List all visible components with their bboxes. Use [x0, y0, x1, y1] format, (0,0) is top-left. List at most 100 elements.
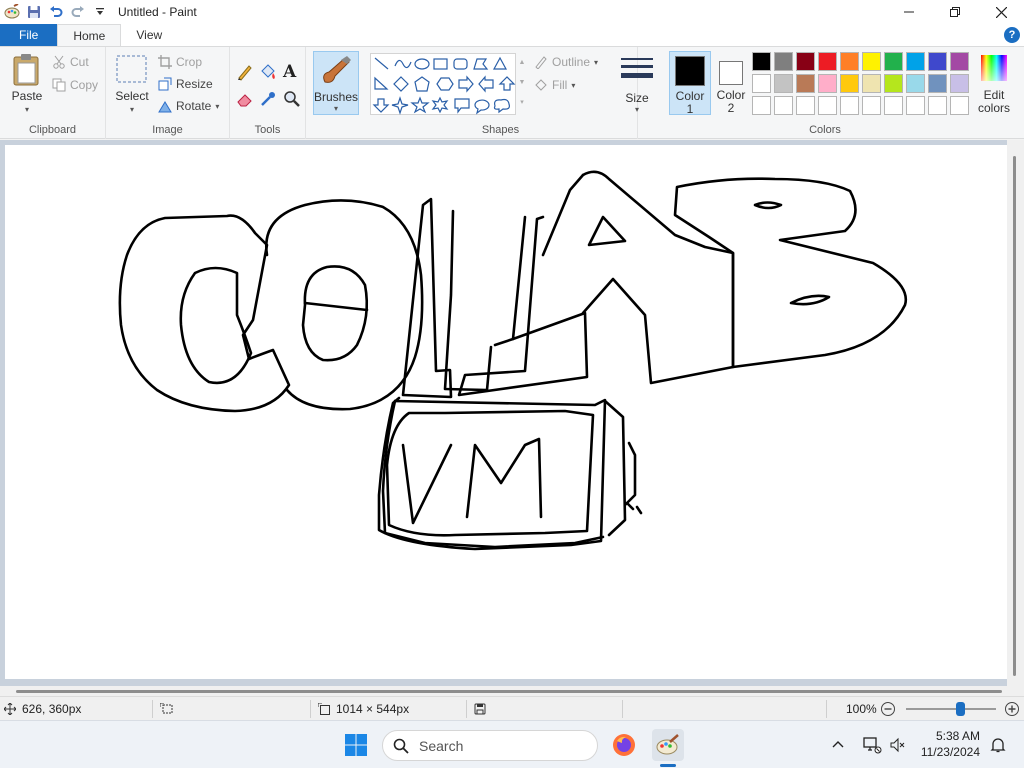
palette-swatch[interactable] — [928, 74, 947, 93]
cut-button[interactable]: Cut — [52, 52, 89, 72]
paint-app-icon[interactable] — [2, 2, 22, 22]
palette-swatch[interactable] — [950, 52, 969, 71]
window-title: Untitled - Paint — [118, 5, 197, 19]
palette-swatch[interactable] — [774, 96, 793, 115]
brush-icon — [323, 56, 351, 83]
outline-dropdown-icon[interactable]: ▾ — [594, 58, 598, 67]
palette-swatch[interactable] — [796, 52, 815, 71]
palette-swatch[interactable] — [906, 74, 925, 93]
palette-swatch[interactable] — [796, 74, 815, 93]
magnifier-icon[interactable] — [283, 90, 303, 110]
rotate-dropdown-icon[interactable]: ▾ — [215, 102, 219, 111]
pentagon-shape-icon — [414, 76, 430, 92]
shapes-scroll[interactable]: ▲ ▼ ▾ — [517, 53, 527, 115]
zoom-slider-thumb[interactable] — [956, 702, 965, 716]
palette-swatch[interactable] — [928, 96, 947, 115]
palette-swatch[interactable] — [906, 96, 925, 115]
volume-muted-icon — [890, 737, 905, 753]
text-tool-icon[interactable]: A — [283, 62, 303, 82]
notifications-button[interactable] — [982, 729, 1014, 761]
taskbar-search[interactable]: Search — [382, 730, 598, 761]
status-bar: 626, 360px 1014 × 544px 100% — [0, 696, 1024, 720]
palette-swatch[interactable] — [818, 96, 837, 115]
palette-swatch[interactable] — [884, 52, 903, 71]
five-point-star-shape-icon — [410, 96, 430, 114]
color-picker-icon[interactable] — [259, 90, 279, 110]
palette-swatch[interactable] — [840, 96, 859, 115]
zoom-out-icon — [881, 701, 895, 716]
vertical-scroll-thumb[interactable] — [1013, 156, 1016, 676]
start-button[interactable] — [340, 729, 372, 761]
color2-button[interactable]: Color 2 — [713, 51, 749, 115]
zoom-slider-track[interactable] — [906, 702, 996, 716]
edit-colors-button[interactable]: Edit colors — [974, 51, 1014, 115]
fill-dropdown-icon[interactable]: ▾ — [571, 81, 575, 90]
vertical-scrollbar[interactable] — [1007, 140, 1024, 686]
palette-swatch[interactable] — [928, 52, 947, 71]
tab-view[interactable]: View — [121, 24, 177, 46]
brushes-dropdown-icon[interactable]: ▾ — [314, 104, 358, 113]
maximize-button[interactable] — [932, 0, 978, 24]
volume-button[interactable] — [882, 729, 914, 761]
size-button[interactable]: Size ▾ — [618, 53, 656, 115]
palette-swatch[interactable] — [884, 74, 903, 93]
paint-taskbar-button[interactable] — [652, 729, 684, 767]
eraser-icon[interactable] — [236, 90, 256, 110]
drawing-canvas[interactable] — [5, 145, 1007, 679]
help-icon[interactable]: ? — [1004, 27, 1020, 43]
customize-quick-access-icon[interactable] — [90, 2, 110, 22]
palette-swatch[interactable] — [774, 52, 793, 71]
zoom-out-button[interactable] — [880, 697, 896, 720]
palette-swatch[interactable] — [818, 74, 837, 93]
select-button[interactable]: Select ▾ — [114, 51, 150, 115]
palette-swatch[interactable] — [796, 96, 815, 115]
rotate-button[interactable]: Rotate ▾ — [158, 96, 219, 116]
palette-swatch[interactable] — [906, 52, 925, 71]
color1-button[interactable]: Color 1 — [669, 51, 711, 116]
outline-button[interactable]: Outline ▾ — [534, 52, 598, 72]
tools-group: A Tools — [230, 47, 306, 139]
palette-swatch[interactable] — [950, 96, 969, 115]
horizontal-scroll-thumb[interactable] — [16, 690, 1002, 693]
redo-icon[interactable] — [68, 2, 88, 22]
palette-swatch[interactable] — [774, 74, 793, 93]
copy-button[interactable]: Copy — [52, 75, 98, 95]
paste-dropdown-icon[interactable]: ▾ — [8, 105, 46, 114]
brushes-button[interactable]: Brushes ▾ — [313, 51, 359, 115]
undo-icon[interactable] — [46, 2, 66, 22]
select-dropdown-icon[interactable]: ▾ — [114, 105, 150, 114]
quick-access-toolbar — [2, 2, 110, 22]
bell-icon — [990, 738, 1006, 753]
palette-swatch[interactable] — [818, 52, 837, 71]
save-icon[interactable] — [24, 2, 44, 22]
palette-swatch[interactable] — [862, 96, 881, 115]
palette-swatch[interactable] — [840, 52, 859, 71]
horizontal-scrollbar[interactable] — [0, 686, 1024, 696]
cloud-callout-shape-icon — [493, 98, 510, 114]
tab-file[interactable]: File — [0, 24, 58, 46]
palette-swatch[interactable] — [862, 74, 881, 93]
pencil-icon[interactable] — [236, 63, 256, 83]
paste-button[interactable]: Paste ▾ — [8, 51, 46, 115]
zoom-in-button[interactable] — [1004, 697, 1020, 720]
palette-swatch[interactable] — [950, 74, 969, 93]
palette-swatch[interactable] — [840, 74, 859, 93]
palette-swatch[interactable] — [752, 52, 771, 71]
palette-swatch[interactable] — [752, 96, 771, 115]
crop-button[interactable]: Crop — [158, 52, 202, 72]
palette-swatch[interactable] — [884, 96, 903, 115]
system-clock[interactable]: 5:38 AM 11/23/2024 — [921, 728, 980, 760]
resize-button[interactable]: Resize — [158, 74, 213, 94]
palette-swatch[interactable] — [862, 52, 881, 71]
fill-bucket-icon[interactable] — [259, 63, 279, 83]
palette-swatch[interactable] — [752, 74, 771, 93]
size-dropdown-icon[interactable]: ▾ — [618, 105, 656, 114]
fill-button[interactable]: Fill ▾ — [534, 75, 575, 95]
tab-home[interactable]: Home — [57, 24, 122, 46]
minimize-button[interactable] — [886, 0, 932, 24]
firefox-taskbar-button[interactable] — [608, 729, 640, 761]
triangle-shape-icon — [492, 56, 508, 70]
show-hidden-icons-button[interactable] — [822, 729, 854, 761]
cursor-position-icon — [4, 702, 16, 715]
close-button[interactable] — [978, 0, 1024, 24]
